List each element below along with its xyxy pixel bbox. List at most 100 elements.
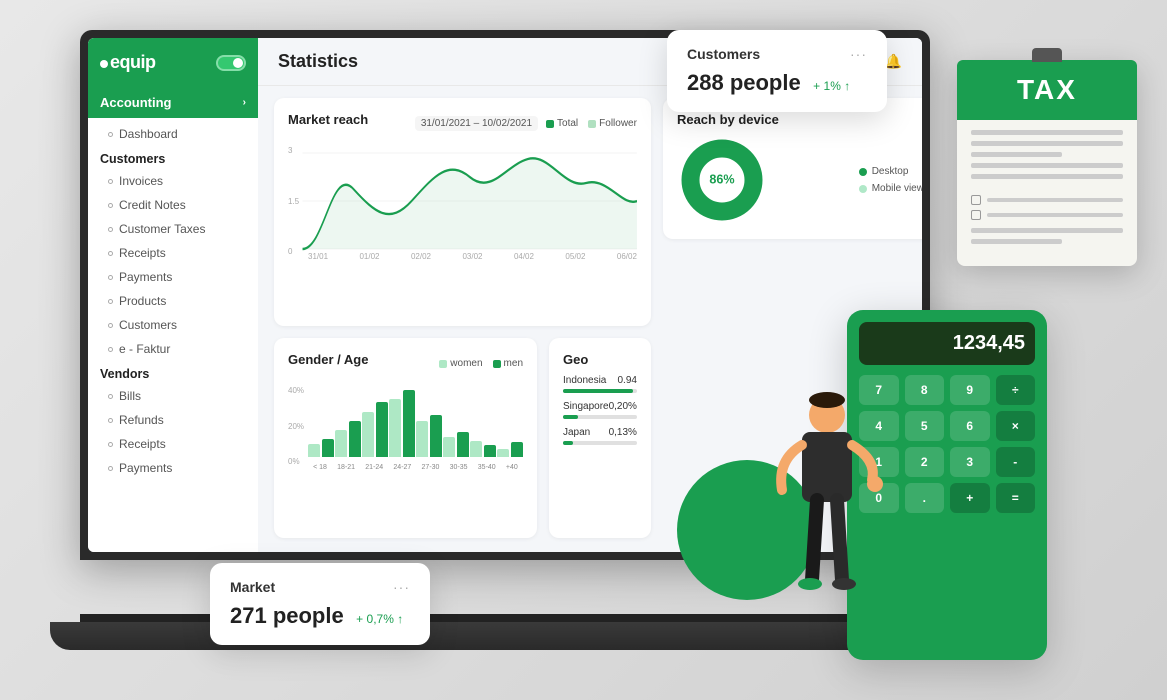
calc-btn-2[interactable]: 2 [905, 447, 945, 477]
bar-group-lt18 [308, 439, 334, 457]
calc-btn-6[interactable]: 6 [950, 411, 990, 441]
market-card-menu[interactable]: ··· [393, 579, 410, 595]
payments-cust-label: Payments [119, 270, 172, 284]
sidebar-item-payments-vend[interactable]: Payments [88, 456, 258, 480]
bottom-row: Gender / Age women [274, 338, 651, 538]
receipts-cust-label: Receipts [119, 246, 166, 260]
sidebar-item-receipts-vend[interactable]: Receipts [88, 432, 258, 456]
line-3 [971, 152, 1062, 157]
customers-card-menu[interactable]: ··· [850, 46, 867, 62]
bar-men-1821 [349, 421, 361, 457]
customers-floating-card: Customers ··· 288 people + 1% ↑ [667, 30, 887, 112]
bar-group-2124 [362, 402, 388, 457]
market-change-value: + 0,7% [356, 612, 394, 626]
desktop-dot [859, 168, 867, 176]
y-axis: 31.50 [288, 141, 299, 261]
calc-btn-plus[interactable]: + [950, 483, 990, 513]
line-5 [971, 174, 1123, 179]
sidebar-item-credit-notes[interactable]: Credit Notes [88, 193, 258, 217]
legend-women: women [439, 358, 482, 369]
legend-total-dot [546, 120, 554, 128]
dot-icon [108, 299, 113, 304]
geo-indonesia-bar-fill [563, 389, 633, 393]
line-2 [971, 141, 1123, 146]
calc-btn-3[interactable]: 3 [950, 447, 990, 477]
sidebar-item-dashboard[interactable]: Dashboard [88, 122, 258, 146]
geo-japan-bar-fill [563, 441, 573, 445]
sidebar-item-customers[interactable]: Customers [88, 313, 258, 337]
logo: equip [100, 52, 156, 73]
market-card-title: Market [230, 579, 275, 595]
calc-btn-8[interactable]: 8 [905, 375, 945, 405]
sidebar-item-receipts-cust[interactable]: Receipts [88, 241, 258, 265]
sidebar-item-invoices[interactable]: Invoices [88, 169, 258, 193]
checkbox-1 [971, 195, 981, 205]
dot-icon [108, 466, 113, 471]
bar-group-2427 [389, 390, 415, 457]
line-6 [971, 228, 1123, 233]
line-chart-svg [288, 141, 637, 261]
accounting-tab[interactable]: Accounting › [88, 87, 258, 118]
invoices-label: Invoices [119, 174, 163, 188]
sidebar-item-bills[interactable]: Bills [88, 384, 258, 408]
bar-women-2427 [389, 399, 401, 457]
bar-women-2730 [416, 421, 428, 457]
dot-icon [108, 275, 113, 280]
geo-singapore-bar-bg [563, 415, 637, 419]
efaktur-label: e - Faktur [119, 342, 170, 356]
bar-group-2730 [416, 415, 442, 457]
dot-icon [108, 418, 113, 423]
sidebar-item-customer-taxes[interactable]: Customer Taxes [88, 217, 258, 241]
checkbox-2 [971, 210, 981, 220]
page-title: Statistics [278, 51, 358, 72]
clipboard-bottom-lines [957, 220, 1137, 244]
mobile-dot [859, 185, 867, 193]
toggle-switch[interactable] [216, 55, 246, 71]
payments-vend-label: Payments [119, 461, 172, 475]
sidebar-item-efaktur[interactable]: e - Faktur [88, 337, 258, 361]
bar-women-lt18 [308, 444, 320, 457]
calculator-display: 1234,45 [859, 322, 1035, 365]
gender-age-card: Gender / Age women [274, 338, 537, 538]
customers-label: Customers [119, 318, 177, 332]
legend-total: Total [546, 118, 578, 129]
calc-btn-dot[interactable]: . [905, 483, 945, 513]
customers-card-title: Customers [687, 46, 760, 62]
calc-btn-5[interactable]: 5 [905, 411, 945, 441]
dot-icon [108, 251, 113, 256]
donut-container: 86% Desktop [677, 135, 922, 225]
chart-legend: Total Follower [546, 118, 637, 129]
calc-btn-mul[interactable]: × [996, 411, 1036, 441]
sidebar-item-refunds[interactable]: Refunds [88, 408, 258, 432]
legend-mobile: Mobile views [859, 183, 922, 194]
x-axis: 31/0101/0202/0203/0204/0205/0206/02 [308, 252, 637, 261]
sidebar-item-products[interactable]: Products [88, 289, 258, 313]
geo-indonesia-label: Indonesia0.94 [563, 375, 637, 386]
calc-btn-minus[interactable]: - [996, 447, 1036, 477]
bar-group-40plus [497, 442, 523, 457]
mobile-label: Mobile views [872, 183, 922, 194]
bar-men-2730 [430, 415, 442, 457]
receipts-vend-label: Receipts [119, 437, 166, 451]
men-label: men [504, 358, 523, 369]
bar-men-lt18 [322, 439, 334, 457]
calc-btn-9[interactable]: 9 [950, 375, 990, 405]
bar-group-3540 [470, 441, 496, 457]
dot-icon [108, 203, 113, 208]
credit-notes-label: Credit Notes [119, 198, 186, 212]
sidebar-item-payments-cust[interactable]: Payments [88, 265, 258, 289]
market-change: + 0,7% ↑ [356, 612, 403, 626]
geo-singapore-bar-fill [563, 415, 578, 419]
women-dot [439, 360, 447, 368]
calc-btn-eq[interactable]: = [996, 483, 1036, 513]
clipboard-lines [957, 120, 1137, 195]
calc-btn-div[interactable]: ÷ [996, 375, 1036, 405]
dot-icon [108, 323, 113, 328]
arrow-up-icon: ↑ [844, 79, 850, 93]
market-card-body: 271 people + 0,7% ↑ [230, 603, 410, 629]
geo-row-indonesia: Indonesia0.94 [563, 375, 637, 393]
market-reach-card: Market reach 31/01/2021 – 10/02/2021 Tot… [274, 98, 651, 326]
bell-icon[interactable]: 🔔 [885, 53, 902, 70]
dot-icon [108, 347, 113, 352]
dot-icon [108, 179, 113, 184]
